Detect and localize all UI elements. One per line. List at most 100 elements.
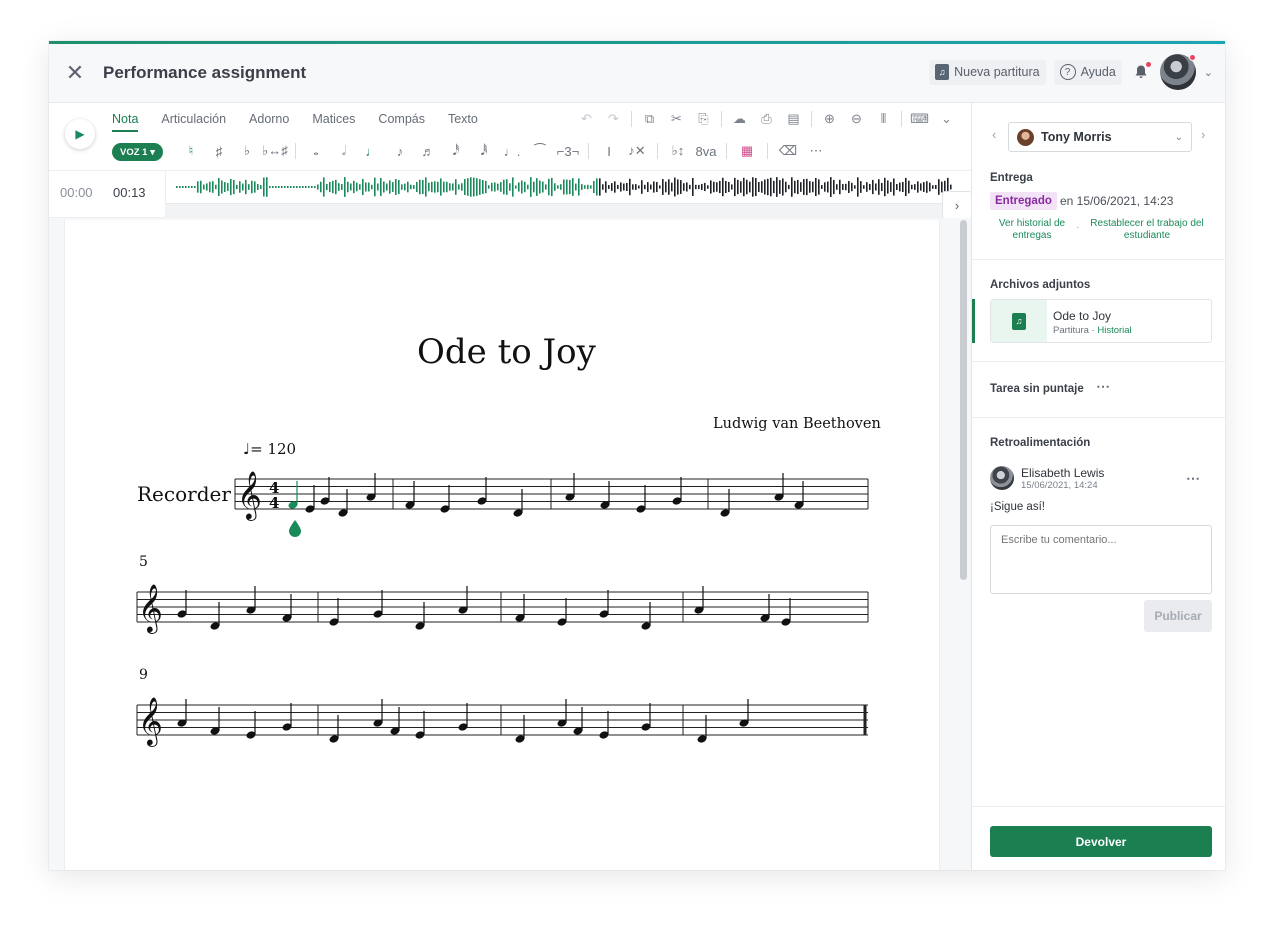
waveform-bar: [686, 182, 688, 192]
waveform-bar: [584, 185, 586, 189]
scrollbar-thumb[interactable]: [960, 220, 967, 580]
timeline-scrollbar[interactable]: [165, 203, 955, 218]
waveform-bar: [908, 180, 910, 194]
sixty-fourth-note-icon[interactable]: 𝅘𝅥𝅱: [470, 143, 498, 159]
octave-icon[interactable]: 8va: [692, 144, 720, 159]
delete-note-icon[interactable]: ♪✕: [623, 143, 651, 159]
tab-texto[interactable]: Texto: [448, 112, 478, 131]
redo-icon[interactable]: ↷: [600, 111, 627, 127]
waveform-bar: [557, 185, 559, 189]
waveform-bar: [842, 184, 844, 190]
new-score-button[interactable]: ♫ Nueva partitura: [929, 59, 1046, 85]
sharp-icon[interactable]: ♯: [205, 144, 233, 159]
score-title: Ode to Joy: [417, 332, 596, 372]
waveform-bar: [455, 179, 457, 195]
copy-icon[interactable]: ⧉: [636, 111, 663, 127]
help-label: Ayuda: [1080, 65, 1116, 79]
chevron-right-icon[interactable]: ›: [942, 191, 972, 219]
history-link[interactable]: Ver historial de entregas: [994, 218, 1070, 242]
waveform-bar: [491, 182, 493, 192]
waveform-bar: [905, 177, 907, 197]
waveform-bar: [395, 179, 397, 195]
close-icon[interactable]: ✕: [49, 60, 101, 86]
help-button[interactable]: ? Ayuda: [1053, 59, 1122, 85]
waveform-bar: [431, 181, 433, 193]
tab-compas[interactable]: Compás: [378, 112, 425, 131]
return-button[interactable]: Devolver: [990, 826, 1212, 857]
avatar[interactable]: [1159, 54, 1196, 90]
undo-icon[interactable]: ↶: [573, 111, 600, 127]
cut-icon[interactable]: ✂: [663, 111, 690, 127]
chevron-down-icon[interactable]: ⌄: [933, 111, 960, 127]
waveform-bar: [602, 184, 604, 190]
eighth-note-icon[interactable]: ♪: [386, 144, 414, 159]
waveform-bar: [569, 179, 571, 195]
time-signature: 4: [269, 494, 279, 512]
zoom-in-icon[interactable]: ⊕: [816, 111, 843, 127]
cloud-icon[interactable]: ☁: [726, 111, 753, 127]
waveform-bar: [344, 177, 346, 197]
print-icon[interactable]: ⎙: [753, 111, 780, 127]
waveform-bar: [485, 180, 487, 194]
attachment-card[interactable]: ♫ Ode to Joy Partitura · Historial: [990, 299, 1212, 343]
waveform-bar: [410, 184, 412, 190]
layout-icon[interactable]: ▤: [780, 111, 807, 127]
voice-selector[interactable]: VOZ 1 ▾: [112, 143, 163, 161]
waveform-bar: [611, 183, 613, 191]
paste-icon[interactable]: ⎘: [690, 111, 717, 127]
waveform-bar: [371, 184, 373, 190]
publish-button[interactable]: Publicar: [1144, 600, 1212, 632]
tab-matices[interactable]: Matices: [312, 112, 355, 131]
waveform[interactable]: [165, 171, 955, 203]
waveform-bar: [335, 179, 337, 195]
waveform-bar: [566, 179, 568, 195]
restore-link[interactable]: Restablecer el trabajo del estudiante: [1088, 218, 1206, 242]
more-icon[interactable]: ⋯: [1186, 470, 1201, 487]
more-icon[interactable]: ⋯: [1096, 378, 1111, 395]
tab-articulacion[interactable]: Articulación: [161, 112, 226, 131]
waveform-bar: [392, 182, 394, 192]
dotted-note-icon[interactable]: ♩.: [498, 144, 526, 159]
waveform-bar: [608, 185, 610, 189]
waveform-bar: [707, 185, 709, 189]
toolbar-tabs: Nota Articulación Adorno Matices Compás …: [112, 112, 501, 132]
divider: [972, 806, 1225, 807]
whole-note-icon[interactable]: 𝅝: [302, 143, 330, 159]
tuplet-icon[interactable]: ⌐3¬: [554, 144, 582, 159]
comment-input[interactable]: [990, 525, 1212, 594]
link-separator: ·: [1076, 222, 1080, 233]
color-icon[interactable]: ▦: [733, 143, 761, 159]
waveform-bar: [581, 184, 583, 190]
feedback-date: 15/06/2021, 14:24: [1021, 480, 1098, 491]
transpose-icon[interactable]: ♭↕: [664, 143, 692, 159]
cursor-icon[interactable]: I: [595, 144, 623, 159]
thirty-second-note-icon[interactable]: 𝅘𝅥𝅰: [442, 143, 470, 159]
columns-icon[interactable]: ⦀: [870, 111, 897, 127]
waveform-bar: [887, 180, 889, 194]
bell-icon[interactable]: [1130, 61, 1152, 83]
score-editor: ▶ Nota Articulación Adorno Matices Compá…: [49, 103, 972, 870]
chevron-down-icon[interactable]: ⌄: [1204, 66, 1213, 79]
score-scrollbar[interactable]: [958, 220, 968, 868]
erase-icon[interactable]: ⌫: [774, 143, 802, 159]
keyboard-icon[interactable]: ⌨: [906, 111, 933, 127]
flat-icon[interactable]: ♭: [233, 143, 261, 159]
waveform-bar: [818, 179, 820, 195]
tab-adorno[interactable]: Adorno: [249, 112, 289, 131]
waveform-bar: [242, 183, 244, 191]
quarter-note-icon[interactable]: ♩: [358, 144, 386, 159]
half-note-icon[interactable]: 𝅗𝅥: [330, 143, 358, 159]
more-icon[interactable]: ⋯: [802, 143, 830, 159]
tab-nota[interactable]: Nota: [112, 112, 139, 132]
tie-icon[interactable]: ⁀: [526, 143, 554, 159]
zoom-out-icon[interactable]: ⊖: [843, 111, 870, 127]
enharmonic-icon[interactable]: ♭↔♯: [261, 143, 289, 159]
waveform-bar: [329, 181, 331, 193]
waveform-bar: [674, 177, 676, 197]
waveform-bar: [764, 179, 766, 195]
attachment-history-link[interactable]: Historial: [1097, 325, 1131, 336]
sixteenth-note-icon[interactable]: ♬: [414, 144, 442, 159]
feedback-text: ¡Sigue así!: [990, 501, 1045, 513]
natural-icon[interactable]: ♮: [177, 143, 205, 159]
timeline-current: 00:13: [113, 185, 146, 200]
